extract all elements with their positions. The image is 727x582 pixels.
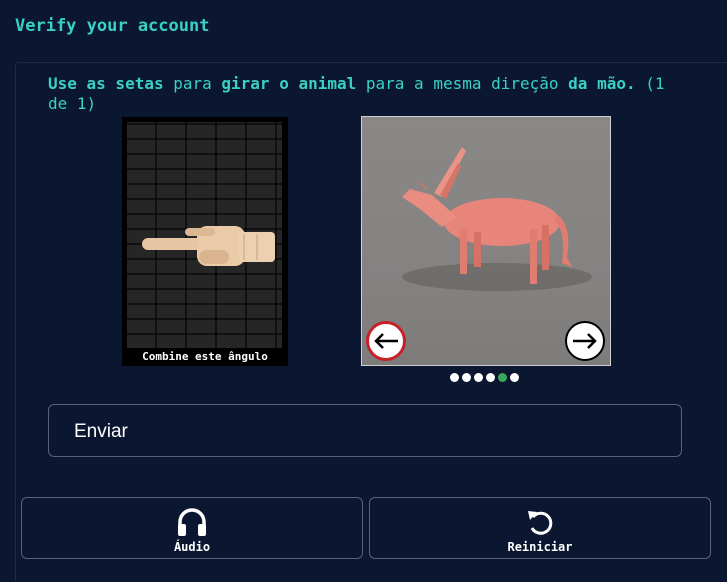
animal-rotator-image (361, 116, 611, 366)
progress-dot (474, 373, 483, 382)
rotate-right-button[interactable] (565, 321, 605, 361)
wooden-hand-icon (142, 226, 275, 266)
instruction-text: Use as setas para girar o animal para a … (48, 74, 688, 114)
reference-image-frame: Combine este ângulo (122, 117, 288, 366)
progress-dot-active (498, 373, 507, 382)
headphones-icon (178, 508, 206, 536)
page-title: Verify your account (15, 16, 210, 36)
progress-dot (486, 373, 495, 382)
progress-dots (450, 373, 519, 383)
instruction-text-2: para (163, 74, 222, 93)
audio-button[interactable]: Áudio (21, 497, 363, 559)
instruction-text-4: para a mesma direção (356, 74, 569, 93)
progress-dot (462, 373, 471, 382)
arrow-left-icon (374, 333, 398, 349)
reference-caption: Combine este ângulo (142, 350, 268, 363)
restart-icon (528, 511, 553, 535)
rotate-left-button[interactable] (366, 321, 406, 361)
progress-dot (510, 373, 519, 382)
restart-label: Reiniciar (507, 540, 573, 554)
progress-dot (450, 373, 459, 382)
submit-button[interactable]: Enviar (48, 404, 682, 457)
audio-label: Áudio (173, 540, 211, 554)
instruction-strong-5: da mão. (568, 74, 636, 93)
restart-button[interactable]: Reiniciar (369, 497, 711, 559)
instruction-strong-1: Use as setas (48, 74, 164, 93)
instruction-strong-3: girar o animal (221, 74, 357, 93)
arrow-right-icon (573, 333, 597, 349)
reference-hand-image (127, 122, 282, 348)
